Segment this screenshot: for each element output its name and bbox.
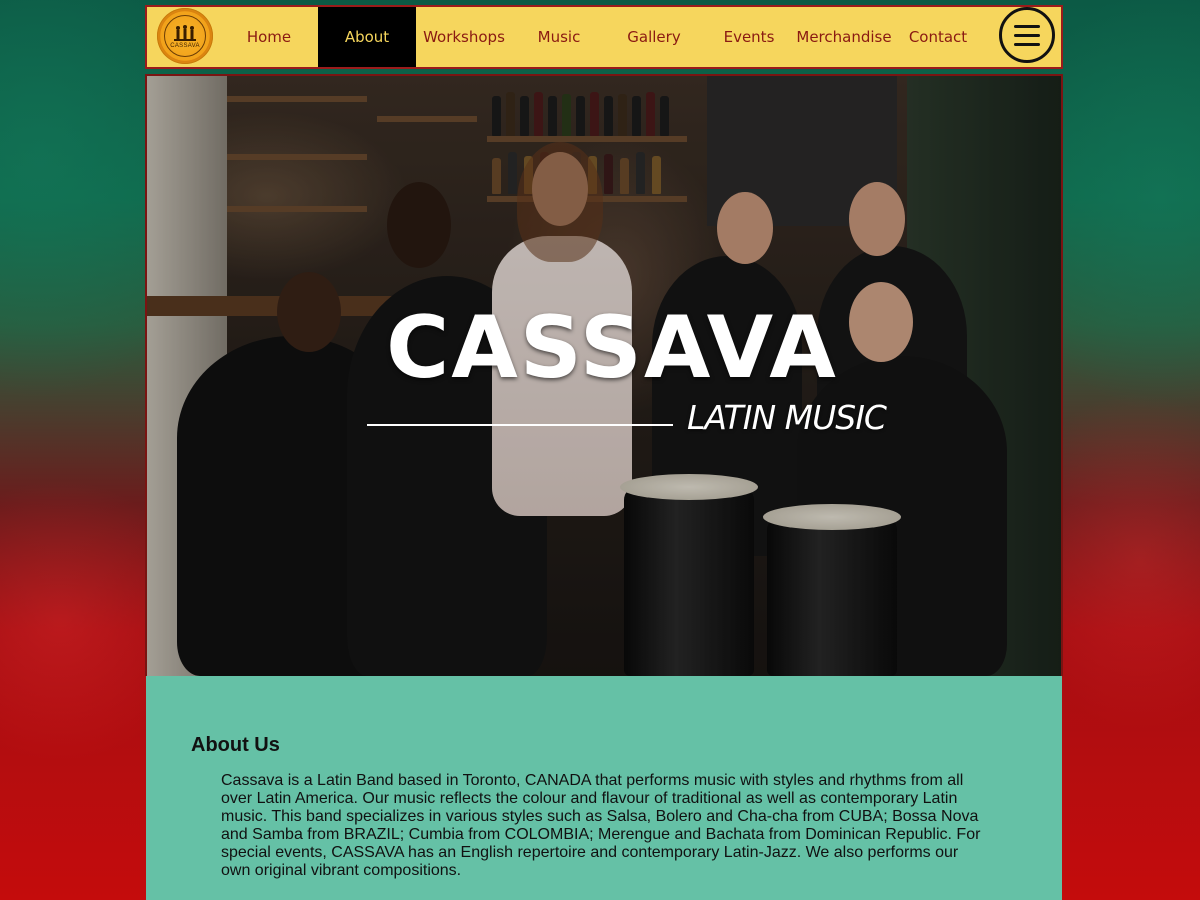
nav-about[interactable]: About: [318, 7, 416, 67]
nav-events[interactable]: Events: [702, 7, 796, 67]
about-body: Cassava is a Latin Band based in Toronto…: [221, 772, 981, 879]
about-section: About Us Cassava is a Latin Band based i…: [146, 676, 1062, 900]
nav-contact[interactable]: Contact: [892, 7, 984, 67]
nav-gallery[interactable]: Gallery: [606, 7, 702, 67]
logo-text: CASSAVA: [170, 42, 200, 49]
cassava-logo[interactable]: CASSAVA: [157, 8, 213, 64]
menu-button[interactable]: [999, 7, 1055, 63]
hero-title: CASSAVA: [386, 298, 838, 398]
nav-music[interactable]: Music: [512, 7, 606, 67]
about-heading: About Us: [191, 734, 280, 756]
hamburger-icon: [1014, 24, 1040, 46]
nav-workshops[interactable]: Workshops: [416, 7, 512, 67]
logo-emblem: CASSAVA: [164, 15, 206, 57]
hero-banner: CASSAVA LATIN MUSIC: [145, 74, 1063, 676]
page-container: CASSAVA Home About Workshops Music Galle…: [145, 0, 1063, 900]
nav-home[interactable]: Home: [220, 7, 318, 67]
hero-subtitle: LATIN MUSIC: [687, 398, 887, 437]
hero-divider: [367, 424, 673, 426]
nav-merchandise[interactable]: Merchandise: [796, 7, 892, 67]
band-silhouette-icon: [174, 24, 196, 41]
top-navbar: CASSAVA Home About Workshops Music Galle…: [145, 5, 1063, 69]
